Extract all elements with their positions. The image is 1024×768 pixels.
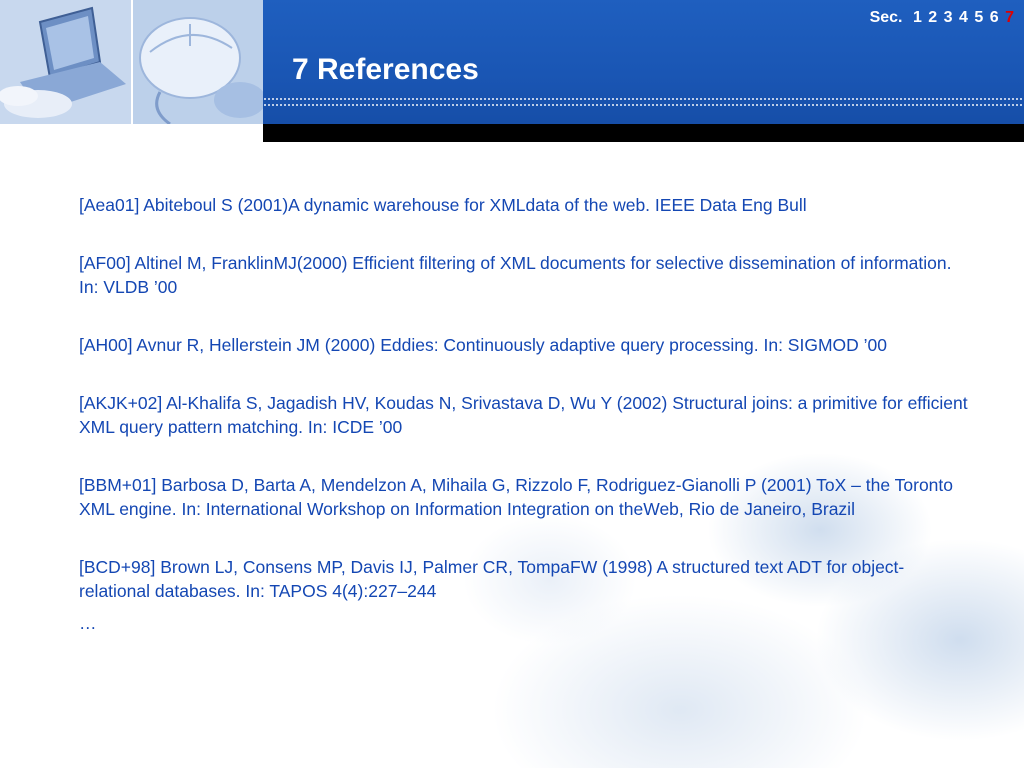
section-link-6[interactable]: 6 [990,9,999,26]
section-link-4[interactable]: 4 [959,9,968,26]
reference-item: [BCD+98] Brown LJ, Consens MP, Davis IJ,… [79,557,905,601]
section-link-1[interactable]: 1 [913,9,922,26]
header-black-bar [263,124,1024,142]
header-dotted-line [263,98,1024,100]
reference-item: [BBM+01] Barbosa D, Barta A, Mendelzon A… [79,475,954,519]
mouse-photo-icon [133,0,263,124]
laptop-photo-icon [0,0,131,124]
reference-item: [AKJK+02] Al-Khalifa S, Jagadish HV, Kou… [79,393,968,437]
photo-divider [131,0,133,124]
section-link-3[interactable]: 3 [944,9,953,26]
header-photo-strip [0,0,263,124]
section-navigation: Sec. 1 2 3 4 5 6 7 [870,8,1014,28]
slide-title: 7 References [292,53,479,86]
continuation-ellipsis: … [79,613,97,633]
section-link-7-active[interactable]: 7 [1005,9,1014,26]
slide: Sec. 1 2 3 4 5 6 7 7 References [Aea01] … [0,0,1024,768]
section-link-5[interactable]: 5 [974,9,983,26]
reference-item: [AH00] Avnur R, Hellerstein JM (2000) Ed… [79,335,887,355]
header-dotted-line [263,104,1024,106]
section-link-2[interactable]: 2 [928,9,937,26]
reference-list: [Aea01] Abiteboul S (2001)A dynamic ware… [79,193,974,635]
reference-item: [Aea01] Abiteboul S (2001)A dynamic ware… [79,195,807,215]
reference-item: [AF00] Altinel M, FranklinMJ(2000) Effic… [79,253,952,297]
section-nav-prefix: Sec. [869,9,903,26]
slide-header: Sec. 1 2 3 4 5 6 7 7 References [0,0,1024,142]
